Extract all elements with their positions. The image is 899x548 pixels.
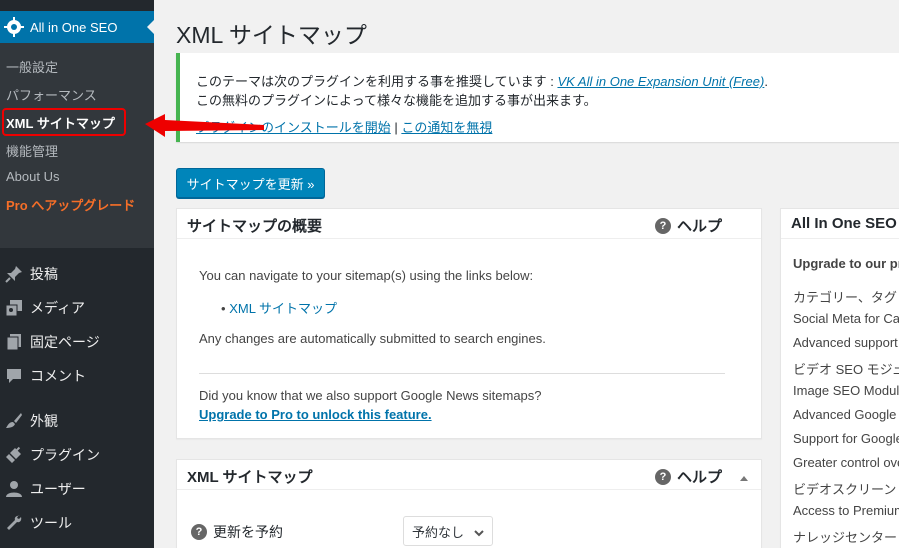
upgrade-pro-link[interactable]: Upgrade to Pro to unlock this feature. (199, 407, 432, 422)
box-title: All In One SEO (791, 215, 897, 232)
google-news-text: Did you know that we also support Google… (199, 388, 542, 403)
schedule-select-value: 予約なし (412, 524, 465, 540)
promo-feature-item: カテゴリー、タグ (793, 290, 897, 305)
box-title: XML サイトマップ (187, 469, 313, 486)
box-header: XML サイトマップ ? ヘルプ (177, 460, 761, 490)
menu-item-tools[interactable]: ツール (0, 506, 154, 540)
schedule-select[interactable]: 予約なし (403, 516, 493, 546)
overview-intro: You can navigate to your sitemap(s) usin… (199, 268, 534, 283)
page-title: XML サイトマップ (176, 22, 367, 48)
menu-item-label: 投稿 (30, 266, 58, 282)
menu-item-label: ツール (30, 515, 72, 531)
schedule-label-row: ? 更新を予約 (191, 522, 283, 542)
menu-item-label: メディア (30, 300, 86, 316)
promo-feature-item: Social Meta for Cat (793, 311, 899, 326)
menu-item-media[interactable]: メディア (0, 291, 154, 325)
sitemap-list-item: • XML サイトマップ (221, 298, 337, 317)
question-icon: ? (191, 524, 207, 540)
aioseo-promo-box: All In One SEO Upgrade to our pr カテゴリー、タ… (780, 208, 899, 548)
main-content: XML サイトマップ このテーマは次のプラグインを利用する事を推奨しています :… (154, 0, 899, 548)
recommended-plugin-link[interactable]: VK All in One Expansion Unit (Free) (557, 74, 764, 89)
schedule-label: 更新を予約 (213, 524, 283, 540)
pin-icon (4, 264, 24, 284)
promo-feature-item: ビデオ SEO モジュ (793, 362, 899, 377)
gear-icon (4, 17, 24, 37)
dismiss-notice-link[interactable]: この通知を無視 (401, 120, 492, 135)
submenu-item-performance[interactable]: パフォーマンス (6, 85, 97, 104)
notice-actions: プラグインのインストールを開始 | この通知を無視 (196, 117, 492, 136)
promo-feature-item: Image SEO Module (793, 383, 899, 398)
box-header: サイトマップの概要 ? ヘルプ (177, 209, 761, 239)
page-icon (4, 332, 24, 352)
submenu-item-general[interactable]: 一般設定 (6, 57, 58, 76)
notice-line-1: このテーマは次のプラグインを利用する事を推奨しています : VK All in … (196, 71, 768, 90)
menu-item-comments[interactable]: コメント (0, 359, 154, 393)
submenu-item-about-us[interactable]: About Us (6, 169, 59, 184)
highlight-annotation-box (2, 108, 126, 136)
bullet: • (221, 301, 226, 316)
menu-item-label: 固定ページ (30, 334, 100, 350)
sitemap-overview-box: サイトマップの概要 ? ヘルプ You can navigate to your… (176, 208, 762, 439)
divider (199, 373, 725, 374)
xml-sitemap-link[interactable]: XML サイトマップ (229, 301, 337, 316)
admin-sidebar: All in One SEO 一般設定 パフォーマンス XML サイトマップ 機… (0, 0, 155, 548)
wrench-icon (4, 513, 24, 533)
help-label: ヘルプ (677, 218, 723, 235)
promo-feature-item: ナレッジセンター (793, 530, 898, 545)
submenu-item-feature-manager[interactable]: 機能管理 (6, 141, 58, 160)
menu-item-label: ユーザー (30, 481, 86, 497)
schedule-help-icon[interactable]: ? (191, 524, 213, 540)
promo-feature-item: ビデオスクリーン (793, 482, 897, 497)
notice-text: このテーマは次のプラグインを利用する事を推奨しています : (196, 74, 558, 89)
question-icon: ? (655, 217, 671, 234)
brush-icon (4, 411, 24, 431)
xml-sitemap-settings-box: XML サイトマップ ? ヘルプ ? 更新を予約 予約なし (176, 459, 762, 548)
user-icon (4, 479, 24, 499)
menu-item-label: 外観 (30, 413, 58, 429)
submenu-item-upgrade-pro[interactable]: Pro へアップグレード (6, 197, 141, 215)
install-plugin-link[interactable]: プラグインのインストールを開始 (196, 120, 391, 135)
menu-item-users[interactable]: ユーザー (0, 472, 154, 506)
box-header: All In One SEO (781, 209, 899, 239)
plugin-recommendation-notice: このテーマは次のプラグインを利用する事を推奨しています : VK All in … (176, 53, 899, 142)
promo-feature-item: Support for Google (793, 431, 899, 446)
update-sitemap-button[interactable]: サイトマップを更新 » (176, 168, 325, 198)
menu-item-plugins[interactable]: プラグイン (0, 438, 154, 472)
menu-item-label: コメント (30, 368, 86, 384)
promo-subtitle: Upgrade to our pr (793, 256, 899, 271)
help-toggle[interactable]: ? ヘルプ (655, 215, 722, 236)
promo-feature-item: Advanced Google (793, 407, 897, 422)
notice-punctuation: . (764, 74, 768, 89)
menu-item-label: プラグイン (30, 447, 100, 463)
menu-item-posts[interactable]: 投稿 (0, 257, 154, 291)
plugin-icon (4, 445, 24, 465)
collapse-arrow-icon[interactable] (739, 471, 749, 486)
submenu: 一般設定 パフォーマンス XML サイトマップ 機能管理 About Us Pr… (0, 43, 154, 248)
menu-item-label: All in One SEO (30, 19, 118, 35)
comment-icon (4, 366, 24, 386)
box-title: サイトマップの概要 (187, 218, 323, 235)
menu-item-all-in-one-seo[interactable]: All in One SEO (0, 11, 155, 43)
menu-item-appearance[interactable]: 外観 (0, 404, 154, 438)
help-label: ヘルプ (677, 469, 723, 486)
promo-feature-item: Access to Premium (793, 503, 899, 518)
help-toggle[interactable]: ? ヘルプ (655, 466, 722, 487)
promo-feature-item: Greater control ove (793, 455, 899, 470)
media-icon (4, 298, 24, 318)
chevron-down-icon (474, 526, 484, 541)
notice-line-2: この無料のプラグインによって様々な機能を追加する事が出来ます。 (196, 93, 597, 108)
question-icon: ? (655, 468, 671, 485)
menu-item-pages[interactable]: 固定ページ (0, 325, 154, 359)
promo-feature-item: Advanced support (793, 335, 898, 350)
auto-submit-text: Any changes are automatically submitted … (199, 331, 546, 346)
separator: | (390, 120, 402, 135)
